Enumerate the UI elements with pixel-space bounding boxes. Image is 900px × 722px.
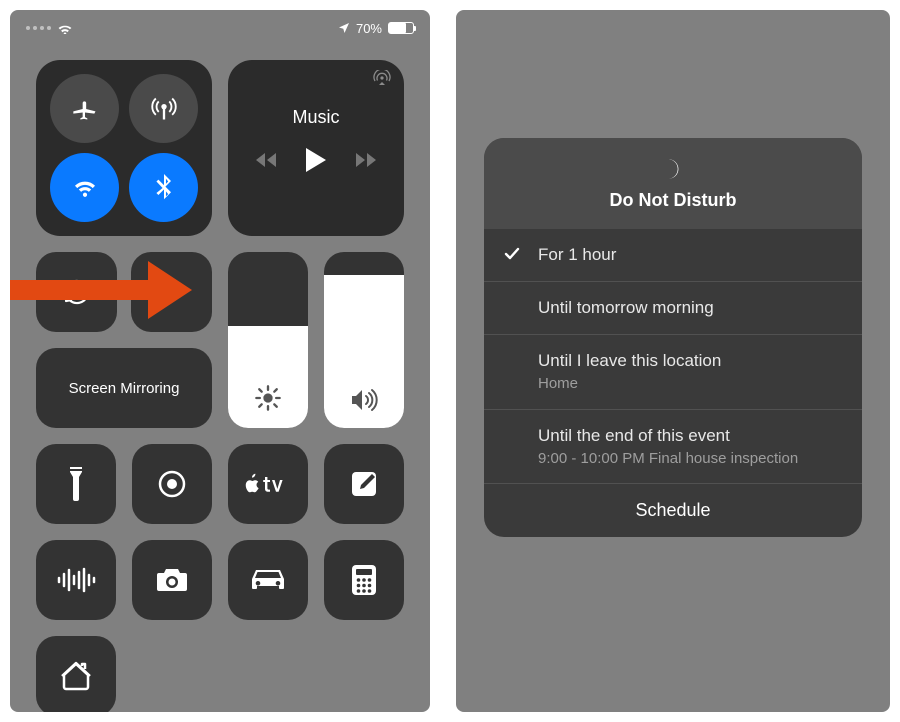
timer-button[interactable] bbox=[132, 444, 212, 524]
apple-tv-button[interactable] bbox=[228, 444, 308, 524]
dnd-option-end-event[interactable]: Until the end of this event 9:00 - 10:00… bbox=[484, 409, 862, 484]
dnd-option-tomorrow[interactable]: Until tomorrow morning bbox=[484, 281, 862, 334]
compose-icon bbox=[349, 469, 379, 499]
status-bar: 70% bbox=[10, 10, 430, 40]
volume-slider[interactable] bbox=[324, 252, 404, 428]
music-controls bbox=[256, 148, 376, 172]
dnd-footer-label: Schedule bbox=[635, 500, 710, 520]
brightness-fill bbox=[228, 326, 308, 428]
dnd-schedule-button[interactable]: Schedule bbox=[484, 483, 862, 537]
calculator-icon bbox=[351, 564, 377, 596]
connectivity-panel[interactable] bbox=[36, 60, 212, 236]
airplane-icon bbox=[71, 95, 99, 123]
record-circle-icon bbox=[157, 469, 187, 499]
bluetooth-icon bbox=[152, 174, 176, 202]
screen-mirroring-button[interactable]: Screen Mirroring bbox=[36, 348, 212, 428]
moon-icon bbox=[660, 156, 686, 182]
dnd-option-leave-location[interactable]: Until I leave this location Home bbox=[484, 334, 862, 409]
wifi-icon bbox=[71, 174, 99, 202]
signal-dots-icon bbox=[26, 26, 51, 30]
notes-button[interactable] bbox=[324, 444, 404, 524]
dnd-title: Do Not Disturb bbox=[484, 190, 862, 211]
screen-mirroring-label: Screen Mirroring bbox=[69, 380, 180, 397]
dnd-option-sub: Home bbox=[538, 374, 842, 394]
voice-memos-button[interactable] bbox=[36, 540, 116, 620]
cellular-antenna-icon bbox=[150, 95, 178, 123]
dnd-options-card: Do Not Disturb For 1 hour Until tomorrow… bbox=[484, 138, 862, 537]
status-right: 70% bbox=[338, 21, 414, 36]
back-icon[interactable] bbox=[256, 151, 280, 169]
control-center-screen: 70% bbox=[10, 10, 430, 712]
battery-icon bbox=[388, 22, 414, 34]
orientation-lock-toggle[interactable] bbox=[36, 252, 117, 332]
dnd-options-screen: Do Not Disturb For 1 hour Until tomorrow… bbox=[456, 10, 890, 712]
music-panel[interactable]: Music bbox=[228, 60, 404, 236]
calculator-button[interactable] bbox=[324, 540, 404, 620]
location-arrow-icon bbox=[338, 22, 350, 34]
wifi-toggle[interactable] bbox=[50, 153, 119, 222]
cellular-data-toggle[interactable] bbox=[129, 74, 198, 143]
dnd-option-label: Until I leave this location bbox=[538, 351, 721, 370]
camera-icon bbox=[155, 567, 189, 593]
dnd-header: Do Not Disturb bbox=[484, 138, 862, 229]
home-button[interactable] bbox=[36, 636, 116, 712]
do-not-disturb-toggle[interactable] bbox=[131, 252, 212, 332]
dnd-options-list: For 1 hour Until tomorrow morning Until … bbox=[484, 229, 862, 483]
dnd-option-label: Until the end of this event bbox=[538, 426, 730, 445]
music-title: Music bbox=[292, 107, 339, 128]
sun-icon bbox=[254, 384, 282, 412]
airplay-icon bbox=[372, 70, 392, 86]
bluetooth-toggle[interactable] bbox=[129, 153, 198, 222]
waveform-icon bbox=[56, 567, 96, 593]
orientation-lock-icon bbox=[60, 275, 94, 309]
wifi-icon bbox=[57, 22, 73, 34]
camera-button[interactable] bbox=[132, 540, 212, 620]
flashlight-icon bbox=[67, 467, 85, 501]
flashlight-button[interactable] bbox=[36, 444, 116, 524]
apple-tv-icon bbox=[244, 473, 292, 495]
dnd-option-label: Until tomorrow morning bbox=[538, 298, 714, 317]
dnd-option-1hour[interactable]: For 1 hour bbox=[484, 229, 862, 281]
speaker-icon bbox=[349, 388, 379, 412]
battery-percent: 70% bbox=[356, 21, 382, 36]
airplane-mode-toggle[interactable] bbox=[50, 74, 119, 143]
play-icon[interactable] bbox=[306, 148, 326, 172]
brightness-slider[interactable] bbox=[228, 252, 308, 428]
check-icon bbox=[504, 247, 520, 261]
car-icon bbox=[250, 568, 286, 592]
forward-icon[interactable] bbox=[352, 151, 376, 169]
driving-button[interactable] bbox=[228, 540, 308, 620]
status-left bbox=[26, 22, 73, 34]
dnd-option-label: For 1 hour bbox=[538, 245, 616, 264]
dnd-option-sub: 9:00 - 10:00 PM Final house inspection bbox=[538, 449, 842, 469]
control-center-grid: Music Screen Mirroring bbox=[10, 40, 430, 712]
home-icon bbox=[60, 661, 92, 691]
lock-dnd-row bbox=[36, 252, 212, 332]
moon-icon bbox=[158, 278, 186, 306]
